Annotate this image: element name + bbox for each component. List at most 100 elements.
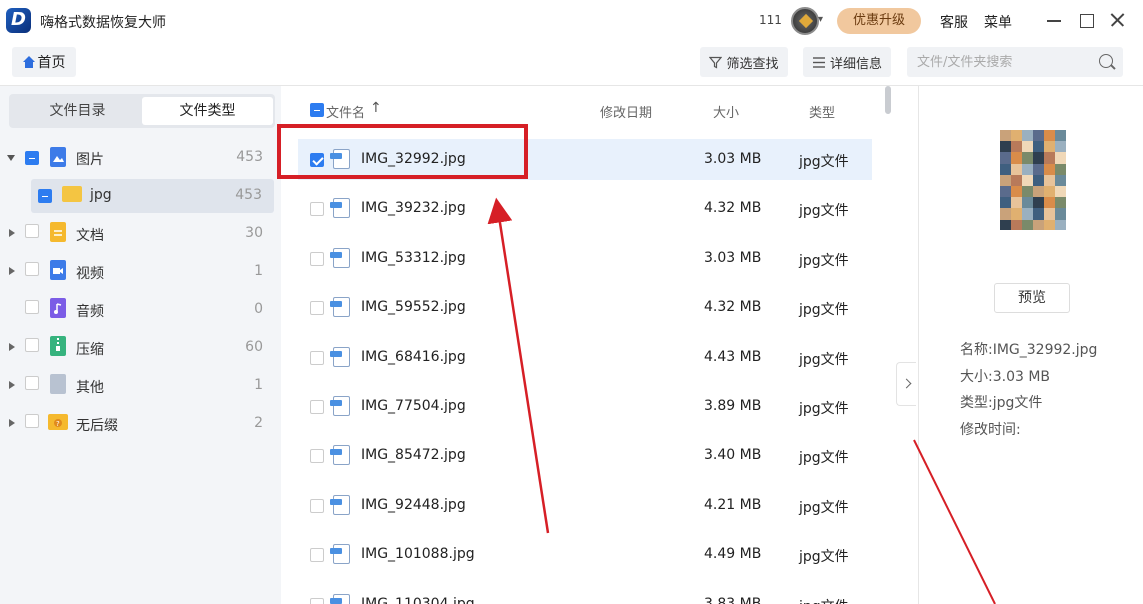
menu-button[interactable]: 菜单 — [984, 12, 1012, 32]
filter-icon — [709, 56, 723, 68]
category-checkbox[interactable] — [25, 338, 39, 352]
expand-caret-icon[interactable] — [9, 381, 15, 389]
sort-ascending-icon[interactable]: ↑ — [370, 100, 382, 116]
sidebar-item-jpg[interactable]: jpg 453 — [31, 179, 274, 213]
upgrade-button[interactable]: 优惠升级 — [837, 8, 921, 34]
file-checkbox[interactable] — [310, 597, 324, 604]
file-type: jpg文件 — [799, 549, 849, 566]
thumbnail-pixel — [1033, 219, 1044, 230]
sidebar-item-images[interactable]: 图片 453 — [0, 141, 281, 175]
thumbnail-pixel — [1033, 130, 1044, 142]
thumbnail-pixel — [1055, 174, 1066, 186]
file-checkbox[interactable] — [310, 400, 324, 414]
file-row[interactable]: IMG_68416.jpg 4.43 MB jpg文件 — [298, 337, 872, 378]
file-checkbox[interactable] — [310, 449, 324, 464]
sidebar-tabs: 文件目录 文件类型 — [9, 94, 275, 128]
sidebar-item-archives[interactable]: 压缩 60 — [0, 331, 281, 365]
file-row[interactable]: IMG_53312.jpg 3.03 MB jpg文件 — [298, 238, 872, 279]
file-row[interactable]: IMG_92448.jpg 4.21 MB jpg文件 — [298, 485, 872, 526]
category-checkbox[interactable] — [25, 262, 39, 276]
category-checkbox[interactable] — [25, 414, 39, 428]
filter-label: 筛选查找 — [726, 56, 779, 72]
thumbnail-pixel — [1011, 130, 1022, 142]
column-header-date[interactable]: 修改日期 — [600, 102, 652, 121]
app-window: D 嗨格式数据恢复大师 111 ▾ 优惠升级 客服 菜单 首页 筛选查找 详细信… — [0, 0, 1143, 604]
expand-caret-icon[interactable] — [9, 267, 15, 275]
expand-caret-icon[interactable] — [9, 343, 15, 351]
minimize-icon[interactable] — [1042, 8, 1066, 32]
maximize-icon[interactable] — [1074, 8, 1098, 32]
thumbnail-pixel — [1022, 185, 1033, 198]
file-row[interactable]: IMG_85472.jpg 3.40 MB jpg文件 — [298, 435, 872, 476]
category-checkbox[interactable] — [25, 224, 39, 238]
sidebar-item-label: 文档 — [76, 228, 104, 244]
customer-service-button[interactable]: 客服 — [940, 12, 968, 32]
thumbnail-pixel — [1022, 208, 1033, 220]
folder-icon — [62, 186, 82, 202]
home-button[interactable]: 首页 — [12, 47, 76, 77]
file-checkbox[interactable] — [310, 548, 324, 563]
search-icon[interactable] — [1099, 54, 1113, 68]
expand-caret-icon[interactable] — [7, 155, 15, 161]
file-checkbox[interactable] — [310, 202, 324, 217]
scrollbar-thumb[interactable] — [885, 86, 891, 114]
file-type: jpg文件 — [799, 596, 849, 604]
tab-file-directory[interactable]: 文件目录 — [12, 97, 143, 125]
expand-caret-icon[interactable] — [9, 419, 15, 427]
file-list-header: 文件名 ↑ 修改日期 大小 类型 — [281, 98, 881, 122]
sidebar-item-count: 30 — [245, 225, 263, 241]
thumbnail-pixel — [1011, 197, 1022, 209]
jpg-file-icon — [330, 396, 350, 416]
column-header-size[interactable]: 大小 — [713, 102, 739, 121]
sidebar-item-label: 无后缀 — [76, 418, 118, 434]
sidebar-item-label: 音频 — [76, 304, 104, 320]
file-row[interactable]: IMG_59552.jpg 4.32 MB jpg文件 — [298, 287, 872, 328]
file-checkbox[interactable] — [310, 251, 324, 266]
vip-badge-icon[interactable] — [791, 7, 819, 35]
other-file-icon — [50, 374, 66, 394]
sidebar-item-audio[interactable]: 音频 0 — [0, 293, 281, 327]
details-button[interactable]: 详细信息 — [803, 47, 891, 77]
category-checkbox[interactable] — [25, 151, 39, 165]
sidebar-item-videos[interactable]: 视频 1 — [0, 255, 281, 289]
select-all-checkbox[interactable] — [310, 103, 324, 117]
file-row[interactable]: IMG_77504.jpg 3.89 MB jpg文件 — [298, 386, 872, 427]
annotation-highlight-box — [277, 124, 528, 179]
thumbnail-pixel — [1055, 163, 1066, 175]
category-checkbox[interactable] — [38, 189, 52, 203]
file-checkbox[interactable] — [310, 301, 324, 316]
thumbnail-pixel — [1044, 208, 1055, 220]
filter-button[interactable]: 筛选查找 — [700, 47, 788, 77]
thumbnail-pixel — [1033, 185, 1044, 198]
collapse-panel-button[interactable] — [896, 362, 916, 406]
expand-caret-icon[interactable] — [9, 229, 15, 237]
category-checkbox[interactable] — [25, 376, 39, 390]
thumbnail-pixel — [1044, 219, 1055, 230]
tab-file-type[interactable]: 文件类型 — [142, 97, 273, 125]
close-icon[interactable] — [1105, 8, 1129, 32]
sidebar-item-other[interactable]: 其他 1 — [0, 369, 281, 403]
sidebar-item-no-extension[interactable]: ? 无后缀 2 — [0, 407, 281, 441]
file-checkbox[interactable] — [310, 350, 324, 365]
svg-text:?: ? — [56, 420, 60, 428]
category-checkbox[interactable] — [25, 300, 39, 314]
sidebar-item-count: 0 — [254, 301, 263, 317]
file-size: 4.32 MB — [704, 299, 762, 316]
chevron-down-icon[interactable]: ▾ — [818, 14, 823, 25]
preview-button[interactable]: 预览 — [994, 283, 1070, 313]
search-input[interactable] — [917, 52, 1087, 72]
jpg-file-icon — [330, 346, 350, 367]
column-header-type[interactable]: 类型 — [809, 102, 835, 121]
thumbnail-pixel — [1033, 197, 1044, 209]
sidebar-item-documents[interactable]: 文档 30 — [0, 217, 281, 251]
file-row[interactable]: IMG_101088.jpg 4.49 MB jpg文件 — [298, 534, 872, 575]
sidebar-item-count: 2 — [254, 415, 263, 431]
file-row[interactable]: IMG_39232.jpg 4.32 MB jpg文件 — [298, 188, 872, 229]
list-icon — [812, 56, 825, 68]
file-checkbox[interactable] — [310, 498, 324, 513]
column-header-name[interactable]: 文件名 — [326, 102, 365, 121]
thumbnail-pixel — [1044, 197, 1055, 209]
file-type: jpg文件 — [799, 252, 849, 269]
file-name: IMG_68416.jpg — [361, 348, 466, 365]
file-row[interactable]: IMG_110304.jpg 3.83 MB jpg文件 — [298, 584, 872, 604]
